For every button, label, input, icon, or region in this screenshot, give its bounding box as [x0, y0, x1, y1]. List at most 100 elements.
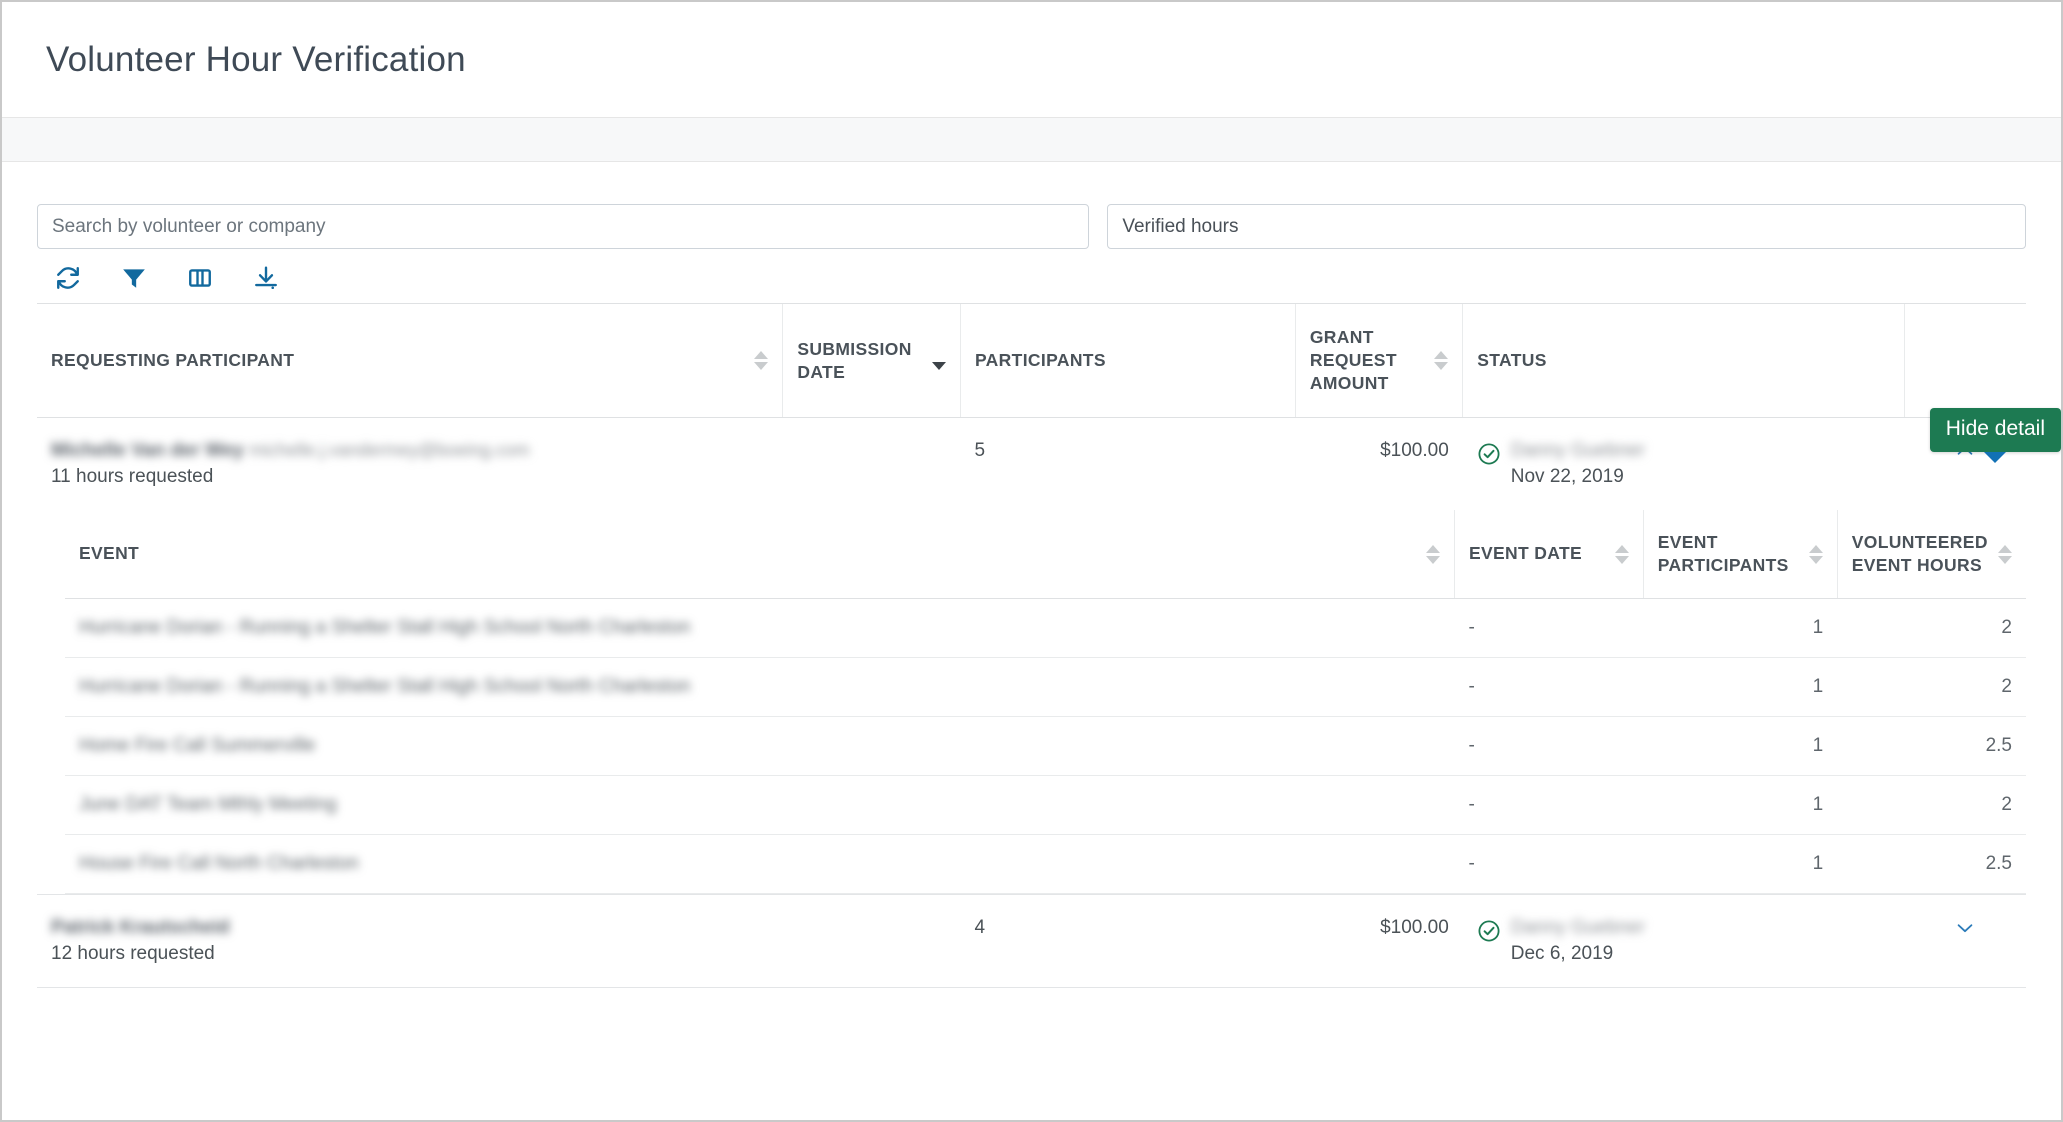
detail-table-body: Hurricane Dorian - Running a Shelter Sta… [65, 598, 2026, 893]
participant-name: Michelle Van der Wey [51, 440, 244, 462]
export-icon[interactable] [249, 261, 283, 295]
cell-event: Home Fire Call Summerville [65, 716, 1454, 775]
status-verifier: Danny Guebner [1511, 440, 1645, 462]
sort-ascending-arrow [754, 351, 768, 359]
tooltip-label: Hide detail [1946, 417, 2045, 440]
column-header-event-participants[interactable]: EVENT PARTICIPANTS [1643, 510, 1837, 598]
cell-volunteered-hours: 2.5 [1837, 834, 2026, 893]
column-label: GRANT REQUEST AMOUNT [1310, 326, 1426, 395]
column-header-volunteered-event-hours[interactable]: VOLUNTEERED EVENT HOURS [1837, 510, 2026, 598]
cell-volunteered-hours: 2 [1837, 598, 2026, 657]
event-detail-table: EVENT [65, 510, 2026, 894]
detail-row[interactable]: Hurricane Dorian - Running a Shelter Sta… [65, 657, 2026, 716]
cell-event-date: - [1454, 834, 1643, 893]
sort-control[interactable] [1809, 545, 1823, 564]
table-row-detail: EVENT [37, 510, 2026, 894]
sort-descending-arrow [932, 362, 946, 370]
sort-control[interactable] [1615, 545, 1629, 564]
column-header-submission-date[interactable]: SUBMISSION DATE [783, 304, 961, 418]
table-row[interactable]: Patrick Krautscheid 12 hours requested 4… [37, 894, 2026, 987]
detail-row[interactable]: June DAT Team Mthly Meeting - 1 2 [65, 775, 2026, 834]
participant-name: Patrick Krautscheid [51, 917, 229, 939]
participant-email: michelle.j.vandermey@boeing.com [249, 440, 529, 461]
cell-grant-request-amount: $100.00 [1295, 418, 1462, 511]
cell-event-date: - [1454, 716, 1643, 775]
column-header-event-date[interactable]: EVENT DATE [1454, 510, 1643, 598]
page-title: Volunteer Hour Verification [46, 40, 466, 80]
sort-descending-arrow [1998, 556, 2012, 564]
sort-control[interactable] [1998, 545, 2012, 564]
cell-event: June DAT Team Mthly Meeting [65, 775, 1454, 834]
hours-requested: 11 hours requested [51, 466, 769, 488]
cell-event: House Fire Call North Charleston [65, 834, 1454, 893]
sort-ascending-arrow [1809, 545, 1823, 553]
column-header-expand [1904, 304, 2026, 418]
sort-control[interactable] [1426, 545, 1440, 564]
column-label: SUBMISSION DATE [797, 338, 924, 384]
cell-participants: 4 [960, 894, 1295, 987]
verified-hours-input[interactable]: Verified hours [1107, 204, 2026, 249]
event-name: Hurricane Dorian - Running a Shelter Sta… [79, 676, 690, 698]
cell-event-date: - [1454, 657, 1643, 716]
table-row[interactable]: Michelle Van der Wey michelle.j.vanderme… [37, 418, 2026, 511]
cell-requesting-participant: Michelle Van der Wey michelle.j.vanderme… [37, 418, 783, 511]
detail-row[interactable]: Hurricane Dorian - Running a Shelter Sta… [65, 598, 2026, 657]
table-header-row: REQUESTING PARTICIPANT SUBMISSION DATE [37, 304, 2026, 418]
tooltip-arrow [1984, 452, 2006, 463]
cell-requesting-participant: Patrick Krautscheid 12 hours requested [37, 894, 783, 987]
cell-event-participants: 1 [1643, 775, 1837, 834]
detail-row[interactable]: Home Fire Call Summerville - 1 2.5 [65, 716, 2026, 775]
column-label: PARTICIPANTS [975, 349, 1106, 372]
sort-ascending-arrow [1434, 351, 1448, 359]
column-label: VOLUNTEERED EVENT HOURS [1852, 531, 1990, 577]
sort-control[interactable] [1434, 351, 1448, 370]
hours-requested: 12 hours requested [51, 943, 769, 965]
app-window: Volunteer Hour Verification Search by vo… [0, 0, 2063, 1122]
sort-ascending-arrow [932, 351, 946, 359]
filter-icon[interactable] [117, 261, 151, 295]
page-header: Volunteer Hour Verification [2, 2, 2061, 118]
sort-descending-arrow [1615, 556, 1629, 564]
sort-control[interactable] [932, 351, 946, 370]
refresh-icon[interactable] [51, 261, 85, 295]
column-header-requesting-participant[interactable]: REQUESTING PARTICIPANT [37, 304, 783, 418]
event-name: June DAT Team Mthly Meeting [79, 794, 337, 816]
sort-descending-arrow [1434, 362, 1448, 370]
column-header-grant-request-amount[interactable]: GRANT REQUEST AMOUNT [1295, 304, 1462, 418]
sort-descending-arrow [1809, 556, 1823, 564]
status-date: Dec 6, 2019 [1511, 943, 1645, 965]
event-name: House Fire Call North Charleston [79, 853, 359, 875]
chevron-down-icon[interactable] [1918, 917, 2012, 939]
search-input[interactable]: Search by volunteer or company [37, 204, 1089, 249]
columns-icon[interactable] [183, 261, 217, 295]
table-body: Michelle Van der Wey michelle.j.vanderme… [37, 418, 2026, 988]
column-header-participants[interactable]: PARTICIPANTS [960, 304, 1295, 418]
verification-table: REQUESTING PARTICIPANT SUBMISSION DATE [37, 303, 2026, 988]
cell-status: Danny Guebner Nov 22, 2019 [1463, 418, 1904, 511]
column-label: EVENT [79, 542, 139, 565]
sort-control[interactable] [754, 351, 768, 370]
cell-event: Hurricane Dorian - Running a Shelter Sta… [65, 598, 1454, 657]
column-label: REQUESTING PARTICIPANT [51, 349, 294, 372]
detail-row[interactable]: House Fire Call North Charleston - 1 2.5 [65, 834, 2026, 893]
column-header-status[interactable]: STATUS [1463, 304, 1904, 418]
bottom-strip [37, 988, 2026, 994]
hide-detail-tooltip: Hide detail [1930, 408, 2061, 452]
sort-ascending-arrow [1998, 545, 2012, 553]
cell-event-participants: 1 [1643, 657, 1837, 716]
sort-descending-arrow [754, 362, 768, 370]
cell-volunteered-hours: 2 [1837, 775, 2026, 834]
event-name: Hurricane Dorian - Running a Shelter Sta… [79, 617, 690, 639]
cell-volunteered-hours: 2.5 [1837, 716, 2026, 775]
cell-expand-toggle[interactable] [1904, 894, 2026, 987]
column-header-event[interactable]: EVENT [65, 510, 1454, 598]
sub-toolbar-strip [2, 118, 2061, 162]
cell-status: Danny Guebner Dec 6, 2019 [1463, 894, 1904, 987]
cell-volunteered-hours: 2 [1837, 657, 2026, 716]
detail-header-row: EVENT [65, 510, 2026, 598]
cell-event-participants: 1 [1643, 834, 1837, 893]
filter-row: Search by volunteer or company Verified … [37, 162, 2026, 249]
column-label: STATUS [1477, 349, 1547, 372]
check-circle-icon [1477, 442, 1501, 472]
cell-event: Hurricane Dorian - Running a Shelter Sta… [65, 657, 1454, 716]
